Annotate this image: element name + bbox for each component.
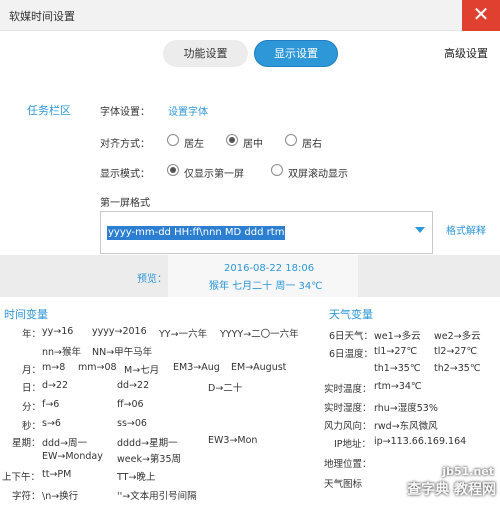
weather-var-item: we2→多云 [434,331,481,342]
title-bar: 软媒时间设置 ✕ [0,0,500,31]
tab-bar: 功能设置 显示设置 高级设置 [0,40,500,68]
align-right-radio[interactable] [285,134,297,146]
weather-var-key: 实时温度： [324,384,372,395]
set-font-link[interactable]: 设置字体 [168,103,208,118]
time-var-item: \n→换行 [42,491,79,502]
tab-advanced-settings[interactable]: 高级设置 [434,40,498,67]
single-screen-radio[interactable] [167,164,179,176]
time-var-item: m→8 [42,362,66,373]
time-var-item: EW→Monday [42,451,103,462]
time-var-item: mm→08 [78,362,117,373]
time-var-item: ''→文本用引号间隔 [117,491,197,502]
single-screen-label[interactable]: 仅显示第一屏 [184,165,244,180]
weather-var-item: th1→35℃ [374,363,421,374]
time-var-item: D→二十 [208,383,243,394]
time-var-item: dd→22 [117,380,150,391]
preview-label: 预览： [137,274,167,285]
tab-function-settings[interactable]: 功能设置 [163,40,248,67]
time-var-item: ff→06 [117,399,144,410]
dual-scroll-label[interactable]: 双屏滚动显示 [288,165,348,180]
weather-var-key: 实时湿度： [324,403,372,414]
align-center-label[interactable]: 居中 [243,135,263,150]
weather-var-key: 6日温度： [329,349,374,360]
format-value[interactable]: yyyy-mm-dd HH:ff\nnn MD ddd rtm [107,226,286,240]
time-var-item: yyyy→2016 [92,326,147,337]
weather-var-key: IP地址： [334,439,372,450]
time-var-key: 月： [22,365,42,376]
time-var-item: nn→猴年 [42,347,82,358]
alignment-label: 对齐方式： [100,139,150,150]
weather-var-item: tl1→27℃ [374,346,418,357]
time-var-item: yy→16 [42,326,74,337]
weather-var-key: 风力风向： [324,421,372,432]
weather-var-item: we1→多云 [374,331,421,342]
watermark: jb51.net 查字典 教程网 [358,465,498,503]
align-left-label[interactable]: 居左 [184,135,204,150]
align-left-radio[interactable] [167,134,179,146]
first-screen-format-label: 第一屏格式 [100,198,150,209]
format-explain-link[interactable]: 格式解释 [446,222,486,237]
time-var-key: 日： [22,383,42,394]
tab-display-settings[interactable]: 显示设置 [254,40,338,67]
time-var-key: 上下午： [2,472,41,483]
section-taskbar-label[interactable]: 任务栏区 [27,102,71,118]
time-var-item: f→6 [42,399,60,410]
weather-variables-title: 天气变量 [329,308,373,321]
time-var-item: YY→一六年 [159,329,208,340]
time-var-key: 星期： [12,438,41,449]
time-var-item: YYYY→二〇一六年 [220,329,299,340]
watermark-line-1: jb51.net [442,465,494,478]
preview-line-2: 猴年 七月二十 周一 34℃ [209,281,323,292]
time-variables-title: 时间变量 [4,308,48,321]
time-var-item: EW3→Mon [208,435,258,446]
time-var-item: NN→甲午马年 [92,347,153,358]
time-var-item: dddd→星期一 [117,438,178,449]
align-center-radio[interactable] [226,134,238,146]
close-button[interactable]: ✕ [462,0,500,31]
time-var-item: EM3→Aug [173,362,220,373]
weather-var-item: rhu→湿度53% [374,403,438,414]
preview-line-1: 2016-08-22 18:06 [224,263,315,274]
time-var-item: EM→August [231,362,287,373]
weather-var-item: rwd→东风微风 [374,421,438,432]
time-var-item: TT→晚上 [117,472,156,483]
time-var-item: tt→PM [42,469,72,480]
display-mode-label: 显示模式： [100,169,150,180]
weather-var-item: rtm→34℃ [374,381,422,392]
time-var-item: s→6 [42,418,61,429]
weather-var-item: th2→35℃ [434,363,481,374]
preview-panel: 预览： 2016-08-22 18:06 猴年 七月二十 周一 34℃ [0,255,500,297]
time-var-key: 秒： [22,421,42,432]
time-var-item: week→第35周 [117,454,182,465]
time-var-item: M→七月 [124,365,160,376]
align-right-label[interactable]: 居右 [302,135,322,150]
dropdown-arrow-icon[interactable] [415,227,425,233]
weather-var-key: 6日天气： [329,331,374,342]
time-var-key: 年： [22,329,42,340]
format-dropdown[interactable]: yyyy-mm-dd HH:ff\nnn MD ddd rtm [100,211,433,254]
dual-scroll-radio[interactable] [271,164,283,176]
weather-var-item: ip→113.66.169.164 [374,436,467,447]
weather-var-key: 天气图标 [324,479,363,490]
watermark-line-2: 查字典 教程网 [407,482,496,498]
time-var-item: ddd→周一 [42,438,88,449]
time-var-item: ss→06 [117,418,147,429]
weather-var-item: tl2→27℃ [434,346,478,357]
font-setting-label: 字体设置： [100,107,150,118]
window-title: 软媒时间设置 [9,10,75,23]
time-var-key: 字符： [12,491,41,502]
time-var-item: d→22 [42,380,69,391]
time-var-key: 分： [22,402,42,413]
